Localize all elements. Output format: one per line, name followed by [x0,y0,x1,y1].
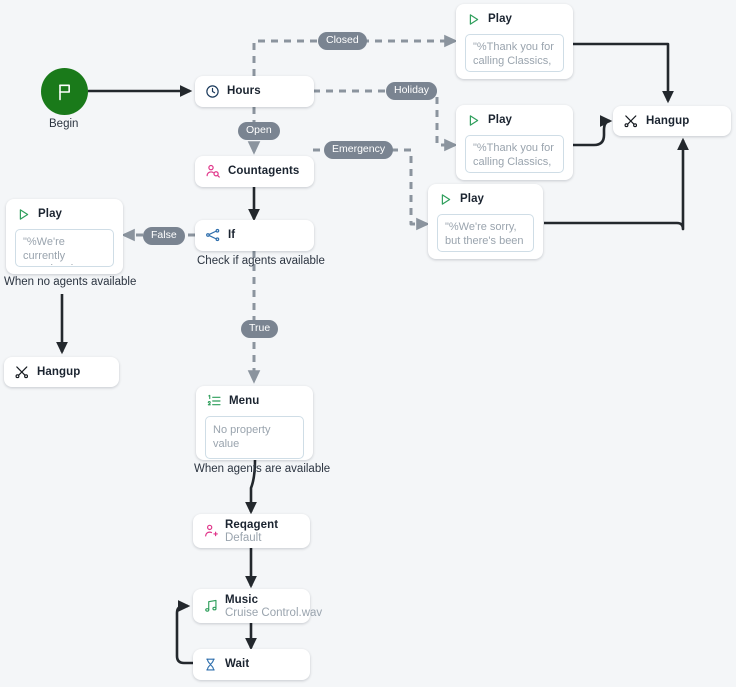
node-play-closed[interactable]: Play "%Thank you for calling Classics, … [456,4,573,79]
node-music-label: Music [225,593,259,606]
flow-canvas[interactable]: Begin Hours Countagents If Check if agen… [0,0,736,687]
play-holiday-property[interactable]: "%Thank you for calling Classics, … [465,135,564,173]
call-end-icon [623,113,639,129]
node-play-holiday-label: Play [488,114,513,126]
node-reqagent-subtitle: Default [225,531,262,544]
node-wait[interactable]: Wait [193,649,310,680]
node-play-closed-label: Play [488,13,513,25]
node-wait-label: Wait [225,658,250,670]
node-reqagent[interactable]: Reqagent Default [193,514,310,548]
hourglass-icon [203,657,218,672]
node-reqagent-label: Reqagent [225,518,279,531]
branch-icon [205,227,221,243]
node-hangup-left-label: Hangup [37,366,81,378]
person-search-icon [205,163,221,179]
node-music[interactable]: Music Cruise Control.wav [193,589,322,623]
node-play-emergency[interactable]: Play "%We're sorry, but there's been a … [428,184,543,259]
edge-label-holiday[interactable]: Holiday [386,82,438,100]
begin-node[interactable] [41,68,88,115]
node-play-holiday[interactable]: Play "%Thank you for calling Classics, … [456,105,573,180]
person-add-icon [203,523,219,539]
node-if-caption: Check if agents available [197,255,325,267]
play-triangle-icon [466,113,481,128]
play-triangle-icon [466,12,481,27]
node-hours-label: Hours [227,85,261,97]
play-triangle-icon [16,207,31,222]
music-note-icon [203,598,219,614]
edge-label-closed[interactable]: Closed [318,32,367,50]
node-hangup-right-label: Hangup [646,115,690,127]
node-play-no-agents-label: Play [38,208,63,220]
edge-label-false[interactable]: False [143,227,185,245]
flag-icon [55,82,75,102]
node-countagents[interactable]: Countagents [195,156,314,187]
node-menu-label: Menu [229,395,260,407]
play-emergency-property[interactable]: "%We're sorry, but there's been a … [437,214,534,252]
numbered-list-icon [206,393,222,409]
play-closed-property[interactable]: "%Thank you for calling Classics, … [465,34,564,72]
edge-label-emergency[interactable]: Emergency [324,141,394,159]
node-music-subtitle: Cruise Control.wav [225,606,323,619]
node-play-no-agents[interactable]: Play "%We're currently experiencing … [6,199,123,274]
clock-icon [205,84,220,99]
node-play-emergency-label: Play [460,193,485,205]
menu-property[interactable]: No property value [205,416,304,459]
node-countagents-label: Countagents [228,165,300,177]
node-play-no-agents-caption: When no agents available [4,276,137,288]
node-menu-caption: When agents are available [194,463,331,475]
node-hours[interactable]: Hours [195,76,314,107]
node-if-label: If [228,229,236,241]
node-hangup-right[interactable]: Hangup [613,106,731,136]
node-if[interactable]: If [195,220,314,251]
call-end-icon [14,364,30,380]
edge-label-open[interactable]: Open [238,122,280,140]
node-hangup-left[interactable]: Hangup [4,357,119,387]
edge-label-true[interactable]: True [241,320,279,338]
play-no-agents-property[interactable]: "%We're currently experiencing … [15,229,114,267]
play-triangle-icon [438,192,453,207]
edge-layer [56,34,736,665]
begin-caption: Begin [49,118,79,130]
node-menu[interactable]: Menu No property value [196,386,313,460]
